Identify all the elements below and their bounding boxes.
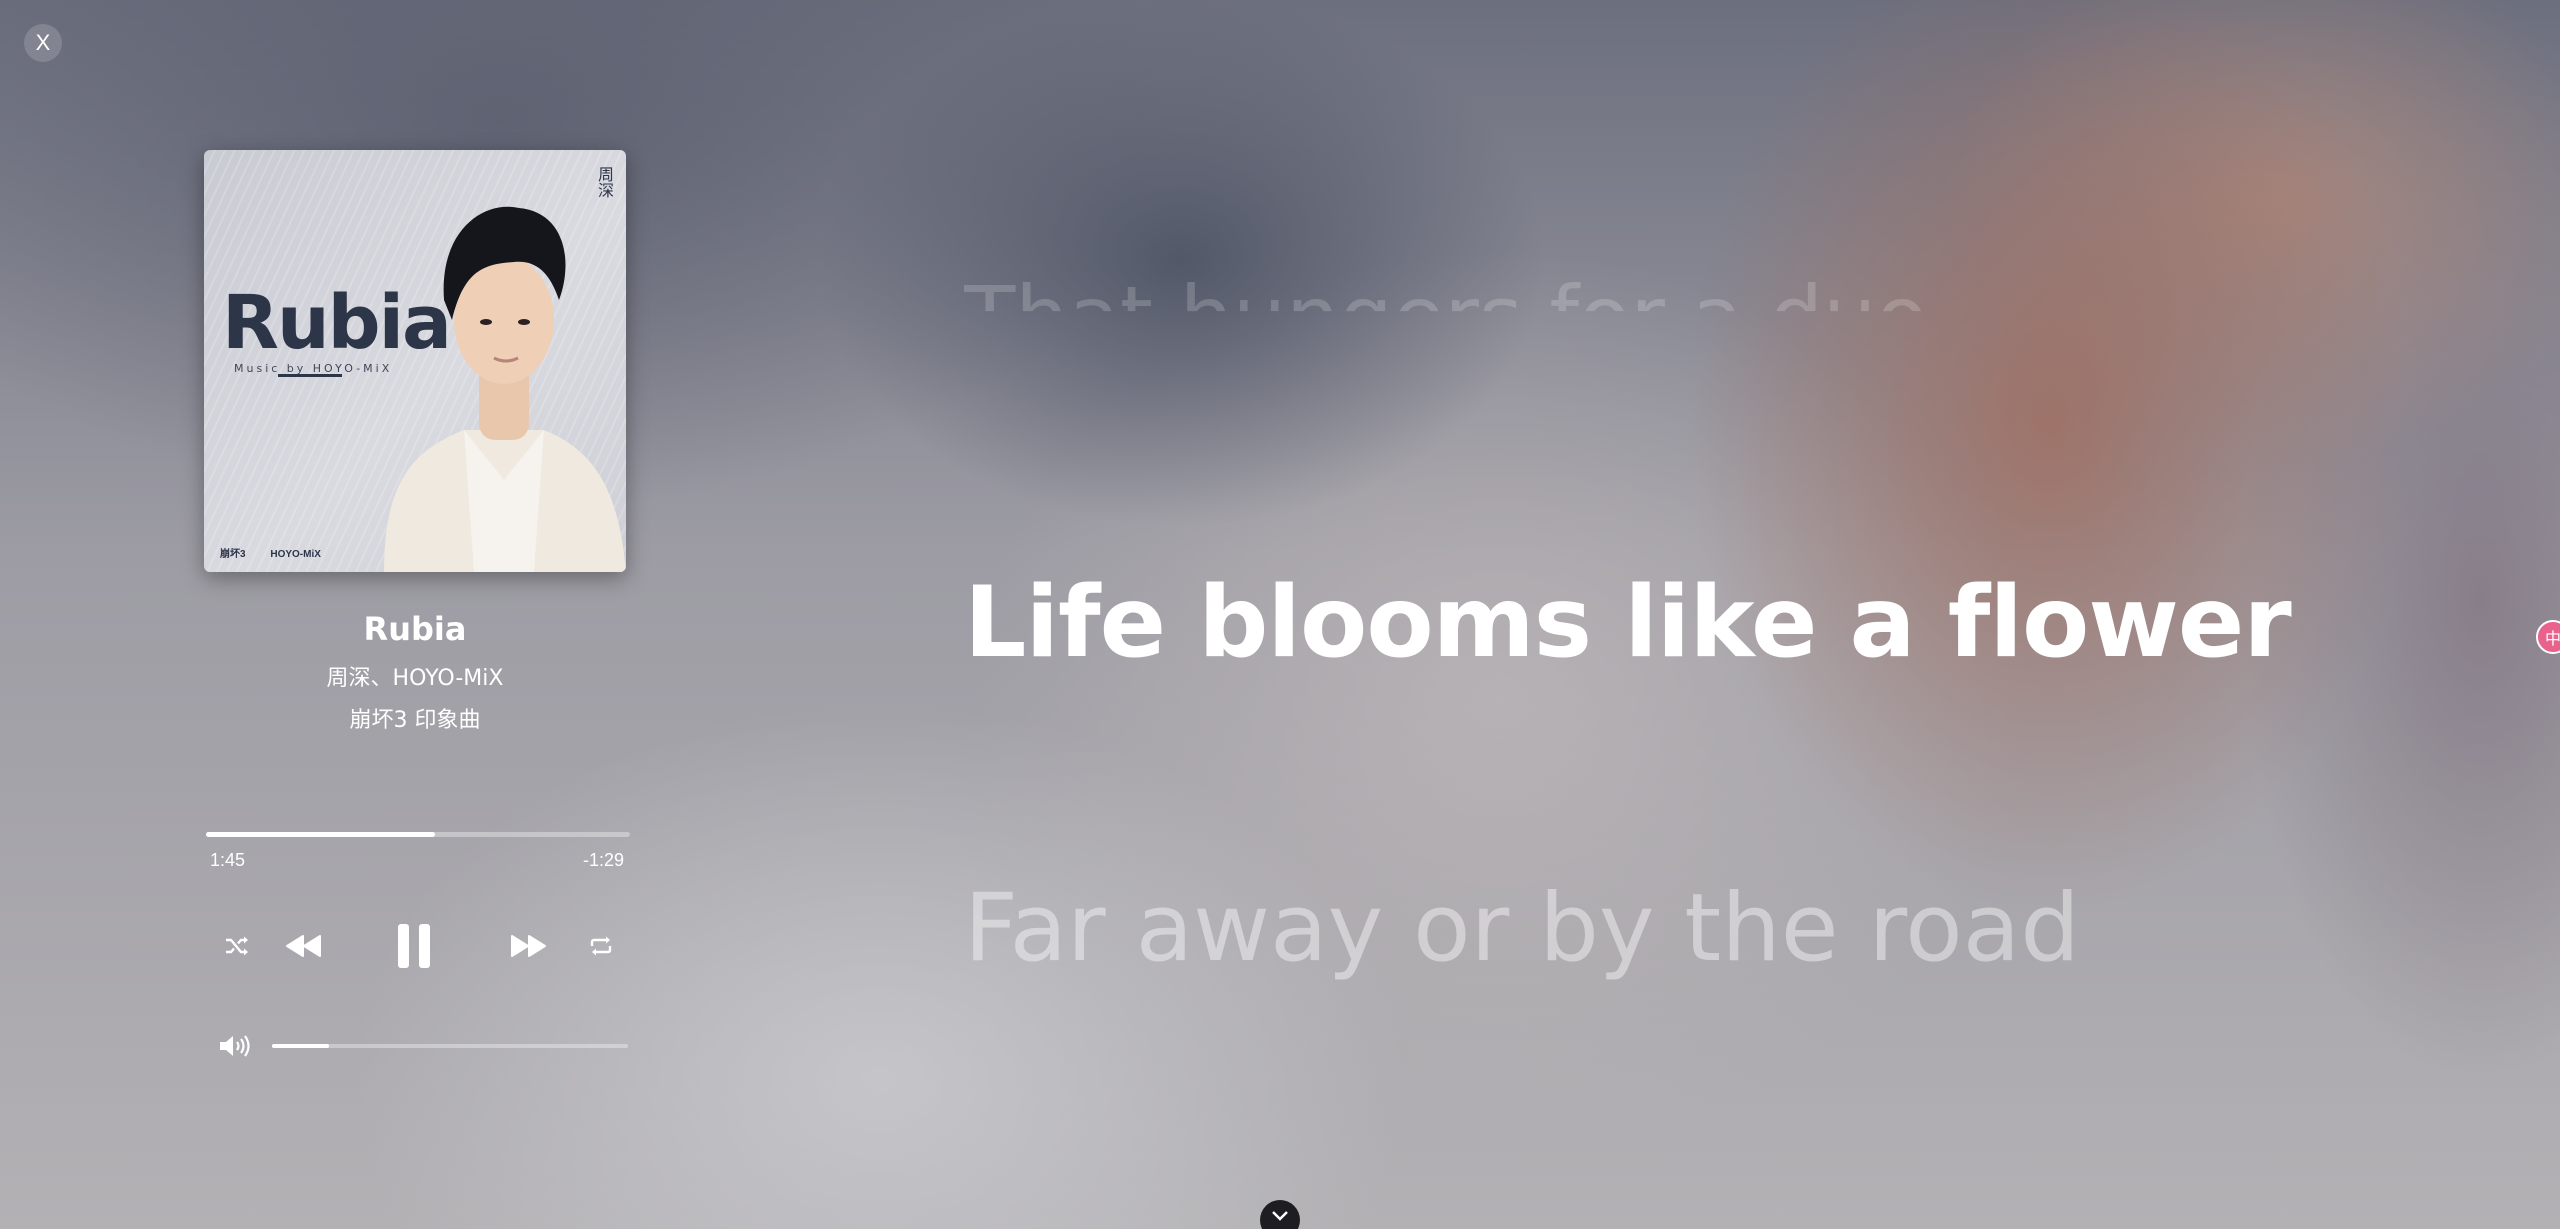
cover-title: Rubia xyxy=(222,280,452,366)
lyrics-panel: That hungers for a duo Life blooms like … xyxy=(964,0,2464,1229)
pause-icon xyxy=(398,924,430,968)
song-title: Rubia xyxy=(363,610,467,648)
pause-button[interactable] xyxy=(392,918,436,974)
lyric-previous-line[interactable]: That hungers for a duo xyxy=(964,268,1928,311)
repeat-button[interactable] xyxy=(584,918,618,974)
chevron-down-icon xyxy=(1272,1211,1288,1221)
cover-logos: 崩坏3 HOYO-MiX xyxy=(220,545,343,560)
cover-divider xyxy=(278,374,342,377)
time-elapsed: 1:45 xyxy=(210,850,246,870)
progress-bar[interactable] xyxy=(206,832,630,837)
song-album[interactable]: 崩坏3 印象曲 xyxy=(204,702,626,734)
repeat-icon xyxy=(590,936,612,956)
lyric-next-line[interactable]: Far away or by the road xyxy=(964,874,2080,983)
next-button[interactable] xyxy=(506,918,550,974)
cover-artist-mark: 周深 xyxy=(595,166,614,198)
lyric-current-line[interactable]: Life blooms like a flower xyxy=(964,566,2292,680)
time-remaining: -1:29 xyxy=(582,850,624,870)
volume-button[interactable] xyxy=(218,1034,252,1062)
song-artists[interactable]: 周深、HOYO-MiX xyxy=(204,660,626,692)
progress-fill xyxy=(206,832,435,837)
player-fullscreen: X Rubia Music by HOYO-MiX 周深 崩坏3 HOYO-Mi… xyxy=(0,0,2560,1229)
volume-slider[interactable] xyxy=(272,1044,628,1048)
cover-logo-left: 崩坏3 xyxy=(220,549,246,560)
previous-button[interactable] xyxy=(282,918,326,974)
close-button[interactable]: X xyxy=(24,24,62,62)
shuffle-icon xyxy=(226,936,248,956)
shuffle-button[interactable] xyxy=(220,918,254,974)
fast-forward-icon xyxy=(511,935,546,957)
volume-icon xyxy=(220,1035,250,1057)
now-playing-panel: Rubia Music by HOYO-MiX 周深 崩坏3 HOYO-MiX … xyxy=(204,150,632,734)
playback-controls xyxy=(206,918,630,974)
rewind-icon xyxy=(286,935,321,957)
album-cover: Rubia Music by HOYO-MiX 周深 崩坏3 HOYO-MiX xyxy=(204,150,626,572)
volume-fill xyxy=(272,1044,329,1048)
cover-logo-right: HOYO-MiX xyxy=(270,549,321,560)
